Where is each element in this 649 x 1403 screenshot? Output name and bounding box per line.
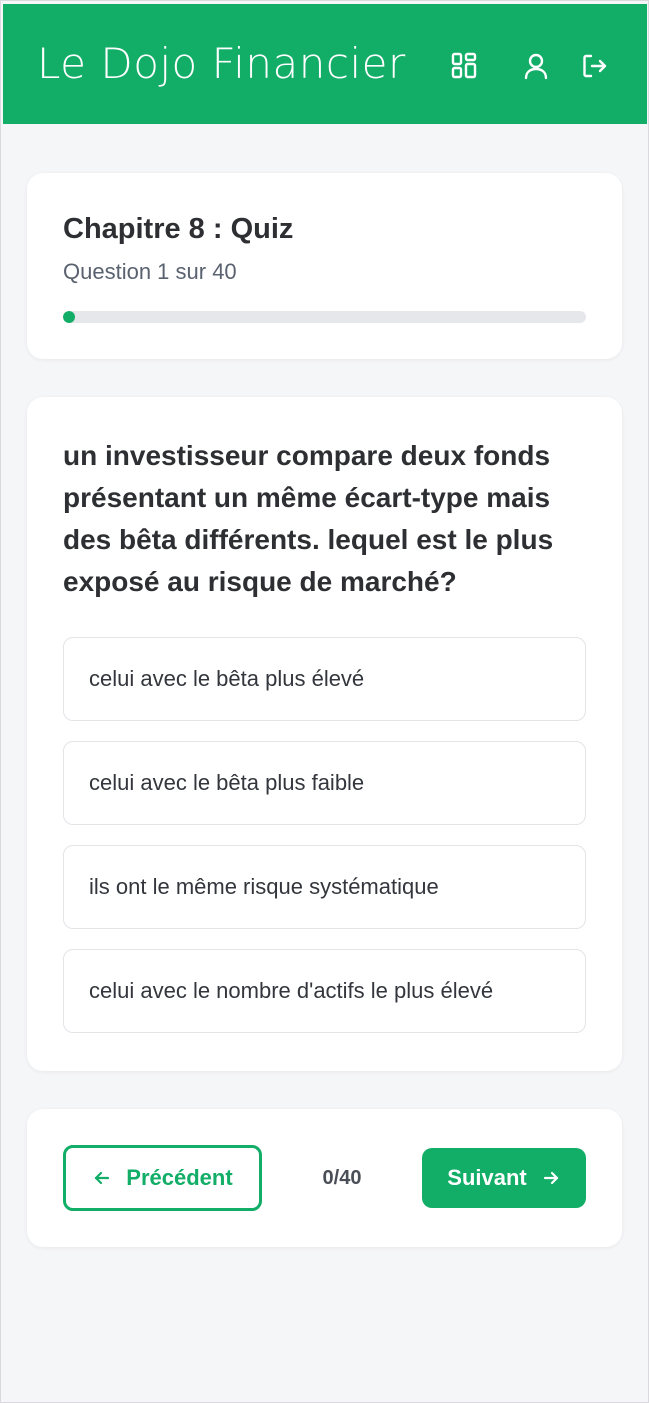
progress-bar-fill [63, 311, 75, 323]
top-bar: Le Dojo Financier [3, 4, 647, 124]
next-button-label: Suivant [447, 1165, 527, 1190]
brand-title[interactable]: Le Dojo Financier [37, 38, 406, 90]
progress-bar [63, 311, 586, 323]
navigation-card: Précédent 0/40 Suivant [27, 1109, 622, 1247]
user-icon[interactable] [520, 50, 552, 82]
question-counter-text: Question 1 sur 40 [63, 259, 237, 284]
arrow-right-icon [541, 1168, 561, 1188]
grid-icon[interactable] [448, 50, 480, 82]
previous-button-label: Précédent [126, 1165, 233, 1190]
next-button[interactable]: Suivant [422, 1148, 586, 1208]
progress-card: Chapitre 8 : Quiz Question 1 sur 40 [27, 173, 622, 359]
arrow-left-icon [92, 1168, 112, 1188]
answer-option[interactable]: celui avec le nombre d'actifs le plus él… [63, 949, 586, 1033]
answer-option[interactable]: celui avec le bêta plus faible [63, 741, 586, 825]
answer-option[interactable]: ils ont le même risque systématique [63, 845, 586, 929]
answer-options: celui avec le bêta plus élevé celui avec… [63, 637, 586, 1053]
logout-icon[interactable] [579, 50, 611, 82]
question-text: un investisseur compare deux fonds prése… [63, 440, 554, 597]
previous-button[interactable]: Précédent [63, 1145, 262, 1211]
quiz-title: Chapitre 8 : Quiz [63, 213, 294, 245]
app-frame: Le Dojo Financier Chapitre 8 : Quiz Ques… [0, 0, 649, 1403]
answer-option[interactable]: celui avec le bêta plus élevé [63, 637, 586, 721]
answered-counter: 0/40 [322, 1167, 362, 1189]
question-card: un investisseur compare deux fonds prése… [27, 397, 622, 1071]
